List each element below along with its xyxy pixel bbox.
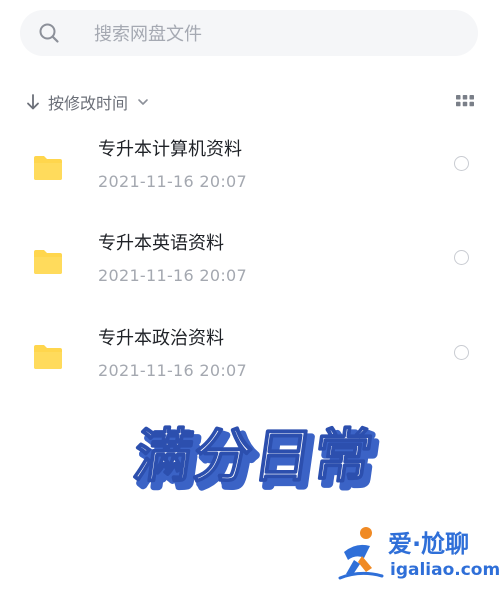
chevron-down-icon xyxy=(138,99,148,105)
sort-bar: 按修改时间 xyxy=(24,88,476,116)
overlay-banner: 满分日常 满分日常 xyxy=(128,421,380,499)
logo-text-cn: 爱·尬聊 xyxy=(388,530,470,558)
sort-toggle-button[interactable]: 按修改时间 xyxy=(24,88,150,116)
file-name: 专升本政治资料 xyxy=(98,328,224,349)
file-date: 2021-11-16 20:07 xyxy=(98,266,247,285)
sort-down-arrow-icon xyxy=(27,94,39,110)
file-row[interactable]: 专升本政治资料 2021-11-16 20:07 xyxy=(0,327,500,407)
file-date: 2021-11-16 20:07 xyxy=(98,361,247,380)
runner-logo-icon xyxy=(338,527,384,580)
search-icon xyxy=(39,23,59,43)
search-input[interactable] xyxy=(92,10,456,58)
file-name: 专升本英语资料 xyxy=(98,233,224,254)
select-radio[interactable] xyxy=(454,345,469,360)
file-row[interactable]: 专升本英语资料 2021-11-16 20:07 xyxy=(0,232,500,312)
select-radio[interactable] xyxy=(454,156,469,171)
select-radio[interactable] xyxy=(454,250,469,265)
logo-text-en: igaliao.com xyxy=(390,560,500,580)
sort-label: 按修改时间 xyxy=(48,94,129,113)
folder-icon xyxy=(34,345,62,369)
grid-view-icon[interactable] xyxy=(456,93,474,111)
folder-icon xyxy=(34,156,62,180)
site-logo: 爱·尬聊 igaliao.com xyxy=(336,520,500,590)
search-bar[interactable] xyxy=(20,10,478,58)
file-date: 2021-11-16 20:07 xyxy=(98,172,247,191)
file-row[interactable]: 专升本计算机资料 2021-11-16 20:07 xyxy=(0,138,500,218)
folder-icon xyxy=(34,250,62,274)
file-name: 专升本计算机资料 xyxy=(98,139,242,160)
overlay-banner-text: 满分日常 xyxy=(129,422,378,490)
